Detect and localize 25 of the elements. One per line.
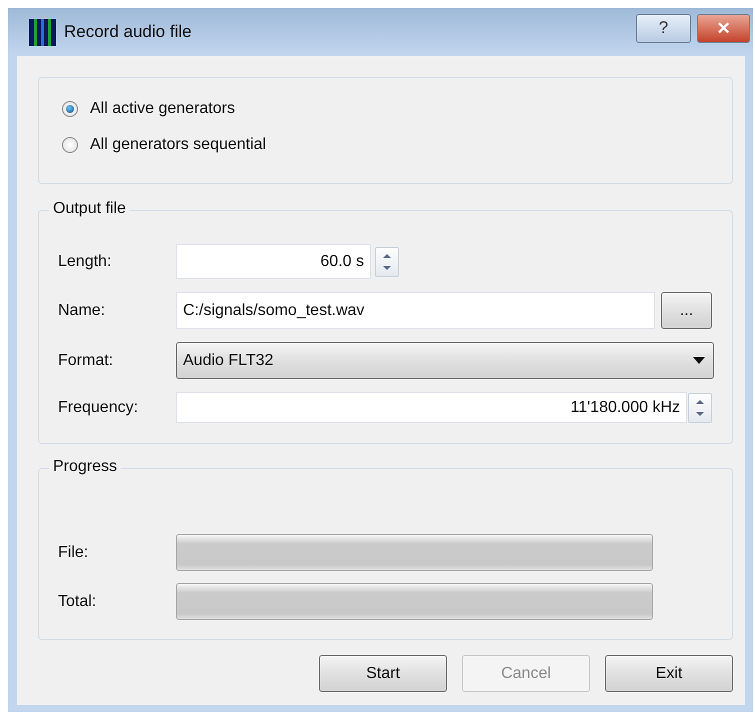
frequency-field[interactable]: 11'180.000 kHz [176, 392, 687, 423]
length-field[interactable]: 60.0 s [176, 244, 371, 279]
group-title: Progress [49, 458, 122, 476]
radio-button[interactable] [62, 101, 78, 117]
spin-buttons[interactable] [688, 392, 712, 422]
format-dropdown[interactable]: Audio FLT32 [176, 342, 714, 379]
dialog-button[interactable]: Exit [605, 655, 733, 692]
name-field[interactable]: C:/signals/somo_test.wav [176, 292, 655, 329]
progress-label: File: [58, 544, 90, 562]
radio-label[interactable]: All active generators [90, 100, 235, 118]
radio-label[interactable]: All generators sequential [90, 136, 266, 154]
window-title: Record audio file [64, 22, 193, 42]
group-title: Output file [49, 200, 130, 218]
dialog-button[interactable]: Start [319, 655, 447, 692]
field-label: Name: [58, 302, 106, 320]
field-label: Frequency: [58, 398, 140, 416]
field-label: Format: [58, 352, 114, 370]
field-label: Length: [58, 252, 112, 270]
spin-buttons[interactable] [375, 246, 399, 276]
browse-button[interactable]: ... [661, 292, 712, 329]
help-button[interactable]: ? [636, 14, 691, 42]
radio-button[interactable] [62, 137, 78, 153]
progress-label: Total: [58, 592, 98, 610]
app-icon [29, 18, 56, 46]
dropdown-arrow-icon [693, 357, 705, 364]
